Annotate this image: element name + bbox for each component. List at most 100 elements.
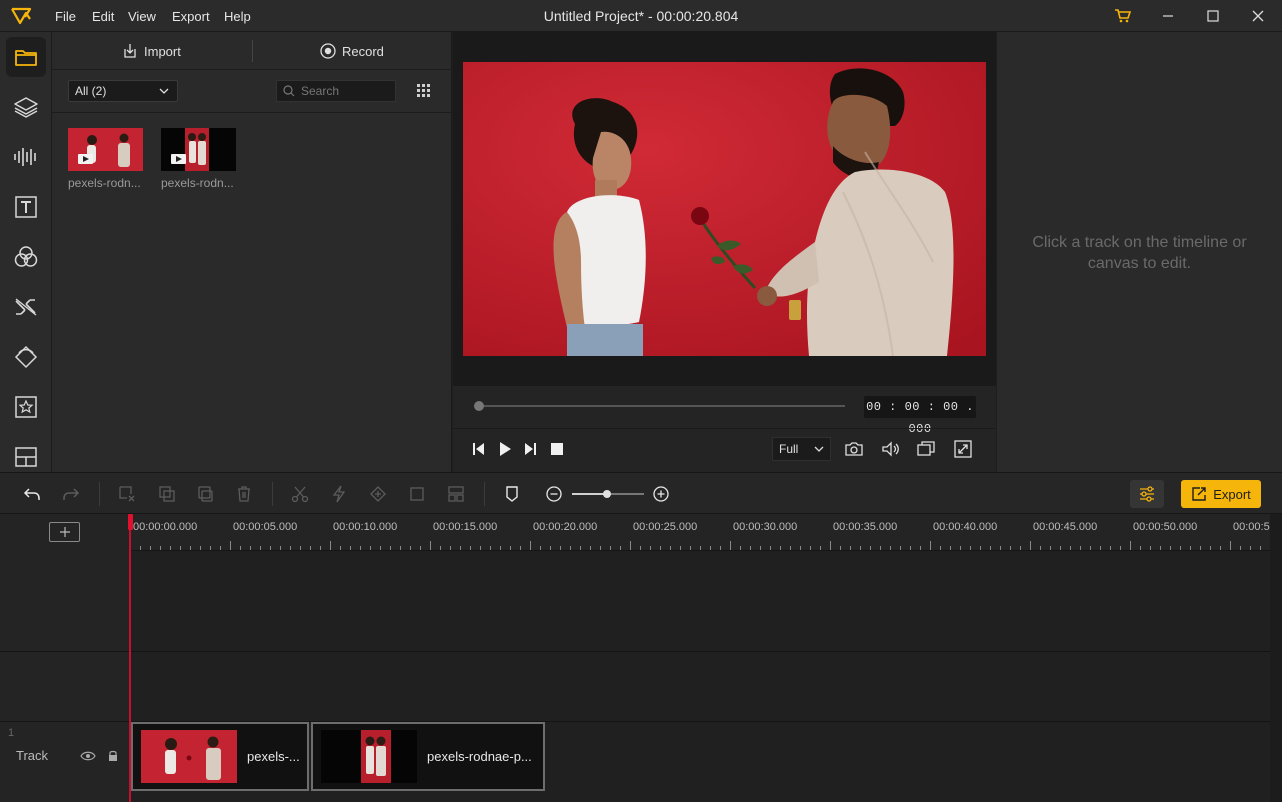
sidebar-transitions-button[interactable] xyxy=(6,287,46,327)
ruler-minor-tick xyxy=(600,546,601,550)
undo-icon[interactable] xyxy=(22,484,42,504)
ruler-minor-tick xyxy=(400,546,401,550)
properties-panel: Click a track on the timeline or canvas … xyxy=(997,32,1282,472)
fullscreen-icon[interactable] xyxy=(953,439,973,459)
copy-icon[interactable] xyxy=(157,484,177,504)
ruler-minor-tick xyxy=(520,546,521,550)
search-input[interactable] xyxy=(301,84,391,98)
ruler-minor-tick xyxy=(640,546,641,550)
zoom-out-icon[interactable] xyxy=(544,484,564,504)
ruler-minor-tick xyxy=(590,546,591,550)
menu-help[interactable]: Help xyxy=(224,9,251,24)
media-divider xyxy=(52,112,452,113)
preview-quality-select[interactable]: Full xyxy=(772,437,831,461)
volume-icon[interactable] xyxy=(880,439,900,459)
trash-icon[interactable] xyxy=(234,484,254,504)
progress-handle[interactable] xyxy=(474,401,484,411)
speed-icon[interactable] xyxy=(329,484,349,504)
media-item[interactable]: pexels-rodn... xyxy=(68,128,144,190)
ruler-minor-tick xyxy=(960,546,961,550)
ruler-minor-tick xyxy=(540,546,541,550)
timeline-ruler[interactable]: 00:00:00.000 00:00:05.000 00:00:10.000 00:0… xyxy=(130,514,1270,551)
ruler-minor-tick xyxy=(850,546,851,550)
timeline-vertical-scrollbar[interactable] xyxy=(1270,514,1282,802)
sidebar-effects-button[interactable] xyxy=(6,237,46,277)
video-badge-icon xyxy=(171,154,186,164)
ruler-minor-tick xyxy=(1010,546,1011,550)
paste-icon[interactable] xyxy=(195,484,215,504)
ruler-minor-tick xyxy=(140,546,141,550)
ruler-minor-tick xyxy=(880,546,881,550)
menu-view[interactable]: View xyxy=(128,9,156,24)
playhead-handle[interactable] xyxy=(128,514,133,530)
ruler-major-tick xyxy=(230,541,231,550)
ruler-time-label: 00:00:10.000 xyxy=(333,521,398,533)
export-button[interactable]: Export xyxy=(1181,480,1261,508)
split-scissors-icon[interactable] xyxy=(290,484,310,504)
media-search-box[interactable] xyxy=(276,80,396,102)
sidebar-media-button[interactable] xyxy=(6,37,46,77)
stop-icon[interactable] xyxy=(547,439,567,459)
ruler-minor-tick xyxy=(310,546,311,550)
marker-icon[interactable] xyxy=(502,484,522,504)
timeline-toolbar: Export xyxy=(0,472,1282,514)
timeline-clip[interactable]: pexels-... xyxy=(131,722,309,791)
timeline-clip[interactable]: pexels-rodnae-p... xyxy=(311,722,545,791)
crop-icon[interactable] xyxy=(407,484,427,504)
media-filter-dropdown[interactable]: All (2) xyxy=(68,80,178,102)
ruler-minor-tick xyxy=(380,546,381,550)
sidebar-text-button[interactable] xyxy=(6,187,46,227)
ruler-minor-tick xyxy=(1170,546,1171,550)
preview-controls: 00 : 00 : 00 . 000 Full xyxy=(453,386,996,472)
menu-edit[interactable]: Edit xyxy=(92,9,114,24)
media-item[interactable]: pexels-rodn... xyxy=(161,128,237,190)
playback-progress-bar[interactable] xyxy=(479,405,845,407)
ruler-minor-tick xyxy=(280,546,281,550)
close-icon[interactable] xyxy=(1248,6,1268,26)
ruler-minor-tick xyxy=(610,546,611,550)
preview-canvas[interactable] xyxy=(463,62,986,356)
sidebar-stickers-button[interactable] xyxy=(6,387,46,427)
import-label: Import xyxy=(144,43,181,59)
ruler-major-tick xyxy=(630,541,631,550)
ruler-minor-tick xyxy=(1040,546,1041,550)
ruler-minor-tick xyxy=(1210,546,1211,550)
redo-icon[interactable] xyxy=(61,484,81,504)
sidebar-animation-button[interactable] xyxy=(6,337,46,377)
minimize-icon[interactable] xyxy=(1158,6,1178,26)
record-button[interactable]: Record xyxy=(320,32,384,70)
ruler-minor-tick xyxy=(800,546,801,550)
step-forward-icon[interactable] xyxy=(520,439,540,459)
preview-panel: 00 : 00 : 00 . 000 Full xyxy=(453,32,996,472)
ruler-minor-tick xyxy=(870,546,871,550)
sidebar-layers-button[interactable] xyxy=(6,87,46,127)
sidebar-templates-button[interactable] xyxy=(6,437,46,477)
ruler-minor-tick xyxy=(710,546,711,550)
step-back-icon[interactable] xyxy=(469,439,489,459)
maximize-icon[interactable] xyxy=(1203,6,1223,26)
import-button[interactable]: Import xyxy=(122,32,181,70)
properties-hint: Click a track on the timeline or canvas … xyxy=(1032,234,1247,272)
menu-export[interactable]: Export xyxy=(172,9,210,24)
delete-gap-icon[interactable] xyxy=(117,484,137,504)
zoom-slider-handle[interactable] xyxy=(603,490,611,498)
keyframe-icon[interactable] xyxy=(368,484,388,504)
eye-visibility-icon[interactable] xyxy=(80,750,96,762)
sidebar-audio-button[interactable] xyxy=(6,137,46,177)
cart-icon[interactable] xyxy=(1113,6,1133,26)
ruler-major-tick xyxy=(530,541,531,550)
playhead[interactable] xyxy=(129,514,131,802)
lock-icon[interactable] xyxy=(107,749,119,762)
play-icon[interactable] xyxy=(495,439,515,459)
snapshot-camera-icon[interactable] xyxy=(844,439,864,459)
grid-view-icon[interactable] xyxy=(416,83,432,99)
layers-icon xyxy=(14,97,38,118)
zoom-in-icon[interactable] xyxy=(651,484,671,504)
ruler-minor-tick xyxy=(1220,546,1221,550)
timeline-settings-button[interactable] xyxy=(1130,480,1164,508)
add-track-button[interactable] xyxy=(49,522,80,542)
freeze-frame-icon[interactable] xyxy=(446,484,466,504)
pip-window-icon[interactable] xyxy=(916,439,936,459)
ruler-major-tick xyxy=(330,541,331,550)
menu-file[interactable]: File xyxy=(55,9,76,24)
